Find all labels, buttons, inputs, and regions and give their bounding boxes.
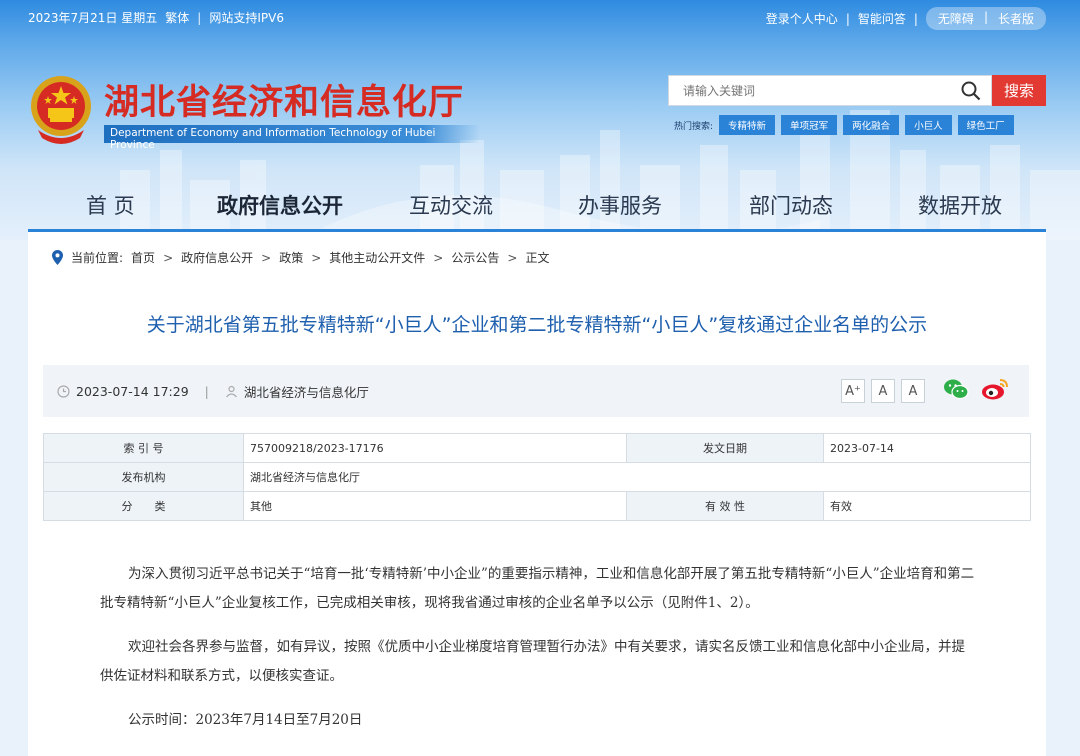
breadcrumb-item[interactable]: 公示公告 [451,249,499,266]
ipv6-notice: 网站支持IPV6 [209,11,284,25]
search-input[interactable] [683,83,961,98]
validity-label: 有 效 性 [626,491,824,521]
topbar-right: 登录个人中心 | 智能问答 | 无障碍 | 长者版 [766,7,1046,30]
article-title: 关于湖北省第五批专精特新“小巨人”企业和第二批专精特新“小巨人”复核通过企业名单… [146,314,928,336]
chevron-right-icon: > [311,250,322,265]
current-date: 2023年7月21日 星期五 [28,11,158,25]
site-title[interactable]: 湖北省经济和信息化厅 [104,74,464,125]
search-button[interactable]: 搜索 [992,75,1046,106]
hot-tag[interactable]: 两化融合 [843,115,900,135]
nav-gov-info[interactable]: 政府信息公开 [217,190,343,220]
nav-services[interactable]: 办事服务 [578,190,662,220]
national-emblem-icon[interactable] [28,74,94,144]
accessible-mode-link[interactable]: 无障碍 [938,10,974,27]
main-nav: 首 页 政府信息公开 互动交流 办事服务 部门动态 数据开放 [0,184,1080,230]
topbar-left: 2023年7月21日 星期五 繁体 | 网站支持IPV6 [28,9,284,26]
clock-icon [57,384,70,398]
table-row: 索 引 号 757009218/2023-17176 发文日期 2023-07-… [43,433,1031,463]
share-buttons [943,377,1009,401]
search-bar: 搜索 [668,75,1046,106]
breadcrumb-item[interactable]: 政策 [279,249,303,266]
org-value: 湖北省经济与信息化厅 [243,462,1031,492]
breadcrumb-label: 当前位置: [71,251,124,265]
breadcrumb: 当前位置: 首页 > 政府信息公开 > 政策 > 其他主动公开文件 > 公示公告… [52,249,549,266]
hot-tag[interactable]: 单项冠军 [781,115,838,135]
publish-datetime: 2023-07-14 17:29 [76,383,189,399]
location-pin-icon [52,250,63,265]
breadcrumb-item[interactable]: 首页 [131,249,155,266]
index-label: 索 引 号 [43,433,244,463]
table-row: 分 类 其他 有 效 性 有效 [43,491,1031,521]
font-default-button[interactable]: A [871,379,895,403]
breadcrumb-item[interactable]: 其他主动公开文件 [329,249,425,266]
divider: | [983,10,988,24]
font-decrease-button[interactable]: A [901,379,925,403]
hot-search-label: 热门搜索: [674,121,714,132]
document-info-table: 索 引 号 757009218/2023-17176 发文日期 2023-07-… [43,433,1031,521]
divider: | [845,11,850,26]
article-source: 湖北省经济与信息化厅 [243,384,369,400]
login-link[interactable]: 登录个人中心 [766,10,838,27]
site-subtitle-en: Department of Economy and Information Te… [104,125,480,151]
font-increase-button[interactable]: A⁺ [841,379,865,403]
font-size-controls: A⁺ A A [841,379,925,403]
date-value: 2023-07-14 [823,433,1031,463]
search-icon[interactable] [961,81,981,101]
hot-tag[interactable]: 专精特新 [719,115,776,135]
hot-tag[interactable]: 绿色工厂 [957,115,1014,135]
breadcrumb-item[interactable]: 政府信息公开 [181,249,253,266]
table-row: 发布机构 湖北省经济与信息化厅 [43,462,1031,492]
wechat-icon[interactable] [943,377,969,401]
hot-tag[interactable]: 小巨人 [905,115,952,135]
chevron-right-icon: > [261,250,272,265]
body-paragraph: 公示时间：2023年7月14日至7月20日 [128,712,363,728]
article-meta: 2023-07-14 17:29 | 湖北省经济与信息化厅 A⁺ A A [43,365,1029,417]
divider: | [197,10,202,25]
divider: | [913,11,918,26]
accessibility-pill: 无障碍 | 长者版 [925,7,1046,30]
traditional-chinese-link[interactable]: 繁体 [165,9,189,26]
chevron-right-icon: > [163,250,174,265]
body-paragraph: 欢迎社会各界参与监督，如有异议，按照《优质中小企业梯度培育管理暂行办法》中有关要… [100,639,965,684]
search-box [668,75,992,106]
divider: | [204,383,209,399]
category-value: 其他 [243,491,627,521]
date-label: 发文日期 [626,433,824,463]
content-panel: 当前位置: 首页 > 政府信息公开 > 政策 > 其他主动公开文件 > 公示公告… [28,232,1046,756]
breadcrumb-item: 正文 [525,251,550,265]
article-body: 为深入贯彻习近平总书记关于“培育一批‘专精特新’中小企业”的重要指示精神，工业和… [100,560,976,750]
body-paragraph: 为深入贯彻习近平总书记关于“培育一批‘专精特新’中小企业”的重要指示精神，工业和… [100,566,975,611]
weibo-icon[interactable] [981,377,1009,401]
hot-searches: 热门搜索: 专精特新 单项冠军 两化融合 小巨人 绿色工厂 [674,115,1014,135]
nav-home[interactable]: 首 页 [86,190,135,220]
elder-mode-link[interactable]: 长者版 [998,10,1034,27]
chevron-right-icon: > [507,250,518,265]
qa-link[interactable]: 智能问答 [858,10,906,27]
nav-open-data[interactable]: 数据开放 [918,190,1002,220]
category-label: 分 类 [43,491,244,521]
index-value: 757009218/2023-17176 [243,433,627,463]
nav-interaction[interactable]: 互动交流 [409,190,493,220]
chevron-right-icon: > [433,250,444,265]
organization-icon [225,385,237,397]
org-label: 发布机构 [43,462,244,492]
validity-value: 有效 [823,491,1031,521]
nav-dept-news[interactable]: 部门动态 [749,190,833,220]
